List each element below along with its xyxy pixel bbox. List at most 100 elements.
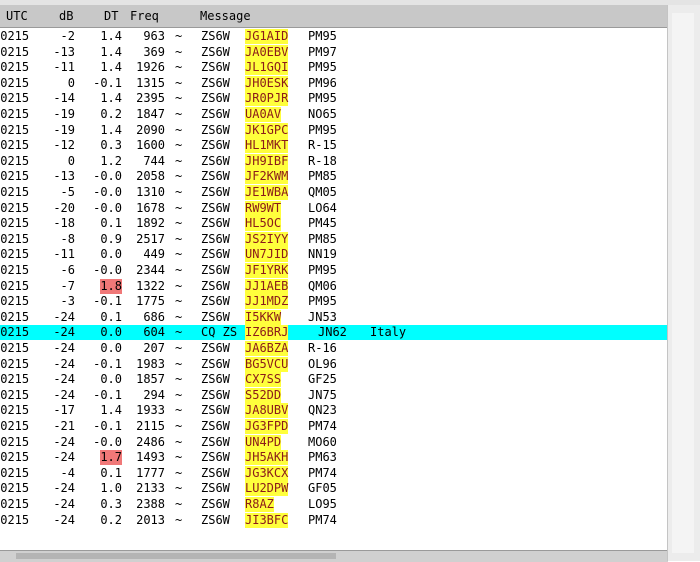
row-freq: 369 [143, 44, 165, 59]
row-db: -24 [53, 356, 75, 371]
decode-row[interactable]: 30215 -2 1.4 963 ~ ZS6W JG1AID PM95 [0, 29, 668, 44]
vertical-scrollbar[interactable] [667, 5, 700, 561]
row-freq: 2395 [136, 91, 165, 106]
row-grid-or-report: PM95 [308, 122, 337, 137]
row-dt: 0.3 [100, 497, 122, 511]
row-grid-or-report: QM05 [308, 185, 337, 199]
row-db: -24 [53, 497, 75, 511]
row-db: -21 [53, 419, 75, 433]
row-recipient: ZS6W [201, 387, 230, 402]
row-recipient: ZS6W [201, 434, 230, 449]
row-utc: 30215 [0, 512, 30, 527]
row-grid-or-report: PM97 [308, 44, 337, 59]
decode-row[interactable]: 30215 -19 1.4 2090 ~ ZS6W JK1GPC PM95 [0, 122, 668, 138]
row-freq: 1315 [136, 75, 165, 90]
row-dt: 0.2 [100, 512, 122, 527]
row-freq: 1775 [136, 294, 165, 309]
horizontal-scroll-thumb[interactable] [16, 553, 336, 559]
row-dt: -0.1 [93, 387, 122, 402]
row-freq: 1322 [136, 278, 165, 293]
decode-row[interactable]: 30215 -13 1.4 369 ~ ZS6W JA0EBV PM97 [0, 44, 668, 60]
decode-row[interactable]: 30215 -13 -0.0 2058 ~ ZS6W JF2KWM PM85 [0, 169, 668, 185]
row-recipient: ZS6W [201, 216, 230, 231]
decode-row-cq[interactable]: 30215 -24 0.0 604 ~ CQ ZS IZ6BRJ JN62 Italy [0, 325, 668, 341]
row-callsign: JK1GPC [245, 122, 289, 138]
decode-row[interactable]: 30215 -24 1.0 2133 ~ ZS6W LU2DPW GF05 [0, 481, 668, 497]
row-db: -19 [53, 122, 75, 137]
decode-row[interactable]: 30215 -24 -0.0 2486 ~ ZS6W UN4PD MO60 [0, 434, 668, 450]
row-freq: 1777 [136, 465, 165, 480]
row-db: -4 [60, 465, 75, 480]
row-separator: ~ [175, 450, 183, 465]
row-db: -3 [60, 294, 75, 309]
row-callsign: HL1MKT [245, 138, 289, 154]
row-db: -17 [53, 403, 75, 418]
decode-row[interactable]: 30215 0 -0.1 1315 ~ ZS6W JH0ESK PM96 [0, 75, 668, 91]
decode-row[interactable]: 30215 -6 -0.0 2344 ~ ZS6W JF1YRK PM95 [0, 263, 668, 278]
row-callsign: R8AZ [245, 497, 274, 512]
row-separator: ~ [175, 403, 183, 418]
decode-row[interactable]: 30215 -12 0.3 1600 ~ ZS6W HL1MKT R-15 [0, 138, 668, 154]
row-dt: -0.1 [93, 419, 122, 433]
decode-row[interactable]: 30215 -5 -0.0 1310 ~ ZS6W JE1WBA QM05 [0, 185, 668, 200]
row-db: -24 [53, 450, 75, 465]
decode-row[interactable]: 30215 -24 -0.1 294 ~ ZS6W S52DD JN75 [0, 387, 668, 403]
row-freq: 1857 [136, 372, 165, 387]
row-recipient: ZS6W [201, 278, 230, 293]
row-separator: ~ [175, 419, 183, 433]
row-callsign: S52DD [245, 387, 282, 403]
row-db: -13 [53, 169, 75, 184]
decode-row[interactable]: 30215 -24 0.0 207 ~ ZS6W JA6BZA R-16 [0, 341, 668, 356]
decode-row[interactable]: 30215 0 1.2 744 ~ ZS6W JH9IBF R-18 [0, 153, 668, 169]
row-db: -7 [60, 278, 75, 293]
decode-row[interactable]: 30215 -18 0.1 1892 ~ ZS6W HL5OC PM45 [0, 216, 668, 232]
row-callsign: JF1YRK [245, 263, 289, 278]
row-callsign: JF2KWM [245, 169, 289, 185]
row-separator: ~ [175, 481, 183, 496]
decode-row[interactable]: 30215 -14 1.4 2395 ~ ZS6W JR0PJR PM95 [0, 91, 668, 107]
row-dt: -0.0 [93, 434, 122, 449]
decode-row[interactable]: 30215 -7 1.8 1322 ~ ZS6W JJ1AEB QM06 [0, 278, 668, 294]
row-utc: 30215 [0, 200, 30, 215]
row-utc: 30215 [0, 231, 30, 246]
decode-row[interactable]: 30215 -11 0.0 449 ~ ZS6W UN7JID NN19 [0, 247, 668, 263]
row-freq: 744 [143, 153, 165, 168]
row-utc: 30215 [0, 341, 30, 355]
decode-row[interactable]: 30215 -11 1.4 1926 ~ ZS6W JL1GQI PM95 [0, 60, 668, 76]
row-recipient: ZS6W [201, 200, 230, 215]
decode-row[interactable]: 30215 -8 0.9 2517 ~ ZS6W JS2IYY PM85 [0, 231, 668, 247]
horizontal-scrollbar[interactable] [0, 550, 668, 562]
row-grid-or-report: R-15 [308, 138, 337, 153]
row-grid-or-report: JN53 [308, 309, 337, 324]
decode-row[interactable]: 30215 -3 -0.1 1775 ~ ZS6W JJ1MDZ PM95 [0, 294, 668, 310]
row-grid-or-report: GF05 [308, 481, 337, 496]
header-dt: DT [104, 9, 119, 23]
row-freq: 449 [143, 247, 165, 262]
row-callsign: JJ1AEB [245, 278, 289, 294]
decode-row[interactable]: 30215 -24 -0.1 1983 ~ ZS6W BG5VCU OL96 [0, 356, 668, 372]
row-utc: 30215 [0, 481, 30, 496]
decode-row[interactable]: 30215 -17 1.4 1933 ~ ZS6W JA8UBV QN23 [0, 403, 668, 419]
row-db: -11 [53, 60, 75, 75]
row-freq: 2013 [136, 512, 165, 527]
decode-row[interactable]: 30215 -4 0.1 1777 ~ ZS6W JG3KCX PM74 [0, 465, 668, 481]
decode-row[interactable]: 30215 -24 0.1 686 ~ ZS6W I5KKW JN53 [0, 309, 668, 325]
decode-list[interactable]: 30215-21.4963~ZS6WJG1AIDPM9530215-131.43… [0, 28, 668, 550]
row-callsign: I5KKW [245, 309, 282, 325]
decode-row[interactable]: 30215 -24 1.7 1493 ~ ZS6W JH5AKH PM63 [0, 450, 668, 466]
decode-row[interactable]: 30215 -20 -0.0 1678 ~ ZS6W RW9WT LO64 [0, 200, 668, 216]
vertical-scroll-track[interactable] [672, 13, 694, 553]
row-separator: ~ [175, 434, 183, 449]
decode-row[interactable]: 30215 -24 0.2 2013 ~ ZS6W JI3BFC PM74 [0, 512, 668, 528]
row-utc: 30215 [0, 138, 30, 153]
row-freq: 2388 [136, 497, 165, 511]
row-callsign: IZ6BRJ [245, 325, 289, 341]
row-grid-or-report: PM95 [308, 60, 337, 75]
decode-row[interactable]: 30215 -24 0.3 2388 ~ ZS6W R8AZ LO95 [0, 497, 668, 512]
row-recipient: ZS6W [201, 153, 230, 168]
row-recipient: ZS6W [201, 263, 230, 277]
decode-row[interactable]: 30215 -21 -0.1 2115 ~ ZS6W JG3FPD PM74 [0, 419, 668, 434]
decode-row[interactable]: 30215 -19 0.2 1847 ~ ZS6W UA0AV NO65 [0, 107, 668, 122]
decode-row[interactable]: 30215 -24 0.0 1857 ~ ZS6W CX7SS GF25 [0, 372, 668, 388]
row-utc: 30215 [0, 91, 30, 106]
